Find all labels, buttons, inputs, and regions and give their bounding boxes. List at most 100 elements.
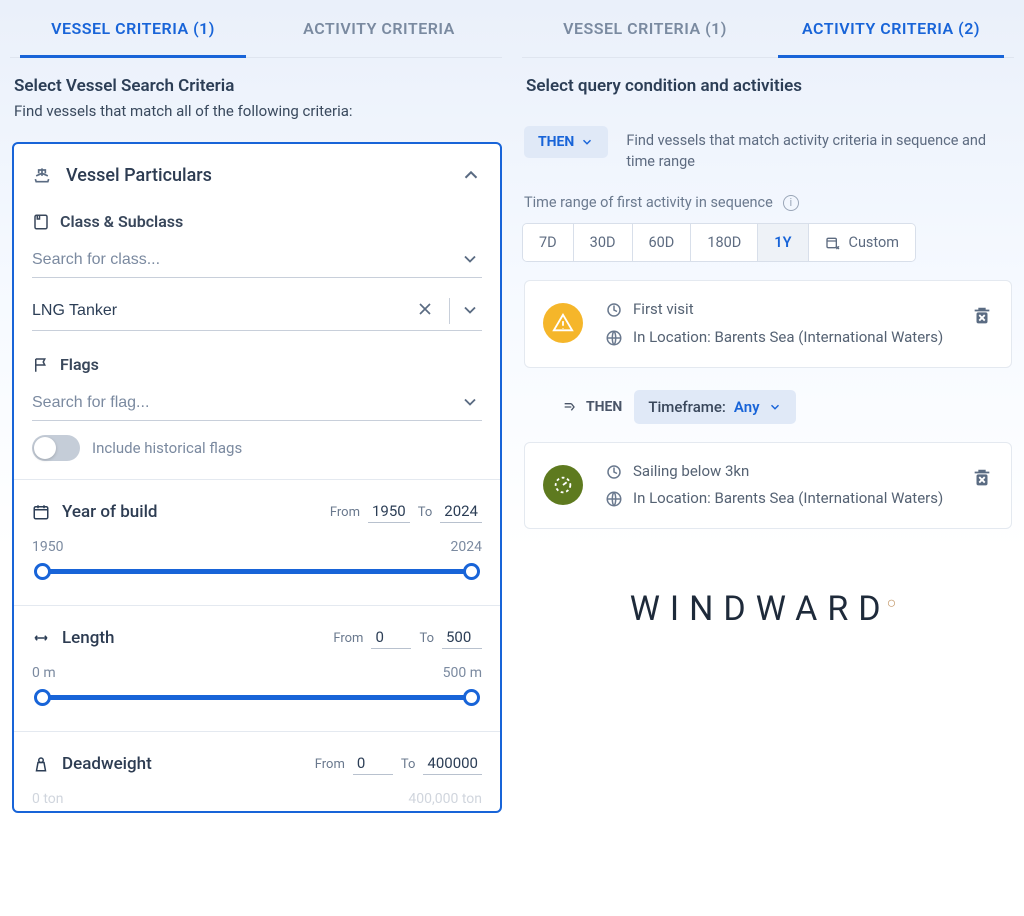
chevron-down-icon [768, 400, 782, 414]
dw-to-label: To [401, 757, 416, 772]
globe-icon [605, 329, 623, 347]
class-icon [32, 213, 50, 231]
custom-label: Custom [849, 234, 900, 251]
dw-from-label: From [315, 757, 345, 772]
class-selected-field[interactable] [32, 292, 482, 331]
tab-vessel-criteria-r[interactable]: VESSEL CRITERIA (1) [522, 0, 768, 57]
year-label: Year of build [62, 502, 318, 522]
info-icon[interactable]: i [783, 195, 799, 211]
chip-60d[interactable]: 60D [633, 224, 692, 261]
slider-handle-left[interactable] [34, 689, 51, 706]
chip-180d[interactable]: 180D [691, 224, 758, 261]
flag-search-input[interactable] [32, 394, 460, 412]
sequence-icon [562, 399, 578, 415]
warning-badge-icon [543, 303, 583, 343]
class-search-input[interactable] [32, 251, 460, 269]
dw-to-value[interactable]: 400000 [423, 752, 482, 775]
chip-30d[interactable]: 30D [574, 224, 633, 261]
clear-icon[interactable] [415, 299, 439, 323]
chevron-down-icon [580, 135, 594, 149]
length-from-label: From [333, 631, 363, 646]
length-max-label: 500 m [443, 665, 482, 681]
accordion-vessel-particulars[interactable]: Vessel Particulars [14, 144, 500, 206]
chip-1y[interactable]: 1Y [758, 224, 808, 261]
year-slider[interactable] [36, 559, 478, 583]
condition-row: THEN Find vessels that match activity cr… [522, 126, 1014, 172]
year-min-label: 1950 [32, 539, 63, 555]
tf-value: Any [734, 398, 760, 416]
ship-icon [32, 165, 52, 185]
dw-max-label: 400,000 ton [408, 791, 482, 807]
flags-label-row: Flags [32, 355, 482, 374]
timerange-chips: 7D 30D 60D 180D 1Y Custom [522, 223, 916, 262]
class-subsection: Class & Subclass [14, 206, 500, 349]
class-label: Class & Subclass [60, 212, 183, 231]
right-panel: VESSEL CRITERIA (1) ACTIVITY CRITERIA (2… [512, 0, 1024, 916]
tab-activity-criteria[interactable]: ACTIVITY CRITERIA [256, 0, 502, 57]
slider-handle-right[interactable] [463, 689, 480, 706]
chip-7d[interactable]: 7D [523, 224, 574, 261]
right-tabs: VESSEL CRITERIA (1) ACTIVITY CRITERIA (2… [522, 0, 1014, 58]
tab-activity-criteria-r[interactable]: ACTIVITY CRITERIA (2) [768, 0, 1014, 57]
length-icon [32, 629, 50, 647]
length-to-label: To [419, 631, 434, 646]
activity-card-1: First visit In Location: Barents Sea (In… [524, 280, 1012, 368]
activity-1-content: First visit In Location: Barents Sea (In… [605, 299, 949, 349]
chevron-down-icon [460, 392, 482, 414]
length-min-label: 0 m [32, 665, 56, 681]
dw-min-label: 0 ton [32, 791, 64, 807]
length-from-value[interactable]: 0 [371, 626, 411, 649]
criteria-card: Vessel Particulars Class & Subclass [12, 142, 502, 813]
right-title: Select query condition and activities [526, 76, 1010, 96]
dw-from-value[interactable]: 0 [353, 752, 393, 775]
length-label: Length [62, 628, 321, 648]
activity-2-content: Sailing below 3kn In Location: Barents S… [605, 461, 949, 511]
chip-custom[interactable]: Custom [809, 224, 916, 261]
right-header: Select query condition and activities [522, 58, 1014, 110]
activity-icon [605, 463, 623, 481]
flag-search-field[interactable] [32, 386, 482, 421]
length-slider[interactable] [36, 685, 478, 709]
length-to-value[interactable]: 500 [442, 626, 482, 649]
chevron-up-icon [460, 164, 482, 186]
class-search-field[interactable] [32, 243, 482, 278]
slider-handle-right[interactable] [463, 563, 480, 580]
deadweight-section: Deadweight From 0 To 400000 0 ton 400,00… [14, 732, 500, 811]
left-panel: VESSEL CRITERIA (1) ACTIVITY CRITERIA Se… [0, 0, 512, 916]
then-dropdown[interactable]: THEN [524, 126, 608, 158]
sequence-then: THEN [562, 399, 622, 415]
class-selected-value[interactable] [32, 302, 415, 320]
timerange-label: Time range of first activity in sequence [524, 194, 773, 211]
activity-2-location: In Location: Barents Sea (International … [633, 488, 943, 510]
delete-activity-1[interactable] [971, 305, 993, 327]
class-label-row: Class & Subclass [32, 212, 482, 231]
left-tabs: VESSEL CRITERIA (1) ACTIVITY CRITERIA [10, 0, 502, 58]
weight-icon [32, 755, 50, 773]
tf-label: Timeframe: [648, 398, 726, 416]
activity-2-type: Sailing below 3kn [633, 461, 749, 483]
tab-vessel-criteria[interactable]: VESSEL CRITERIA (1) [10, 0, 256, 57]
left-title: Select Vessel Search Criteria [14, 76, 498, 96]
flags-label: Flags [60, 355, 99, 374]
historical-toggle[interactable] [32, 435, 80, 461]
year-section: Year of build From 1950 To 2024 1950 202… [14, 480, 500, 605]
length-section: Length From 0 To 500 0 m 500 m [14, 606, 500, 731]
calendar-icon [32, 503, 50, 521]
flags-subsection: Flags Include historical flags [14, 349, 500, 479]
chevron-down-icon [460, 300, 482, 322]
slider-handle-left[interactable] [34, 563, 51, 580]
brand-logo: WINDWARD○ [522, 589, 1014, 629]
year-from-label: From [330, 505, 360, 520]
brand-text: WINDWARD [630, 589, 891, 629]
speed-badge-icon [543, 465, 583, 505]
year-to-value[interactable]: 2024 [440, 500, 482, 523]
year-from-value[interactable]: 1950 [368, 500, 410, 523]
deadweight-label: Deadweight [62, 754, 303, 774]
then-label: THEN [538, 134, 574, 150]
activity-icon [605, 301, 623, 319]
year-to-label: To [418, 505, 433, 520]
divider [449, 298, 450, 324]
historical-toggle-row: Include historical flags [32, 435, 482, 461]
timeframe-dropdown[interactable]: Timeframe: Any [634, 390, 795, 424]
delete-activity-2[interactable] [971, 467, 993, 489]
